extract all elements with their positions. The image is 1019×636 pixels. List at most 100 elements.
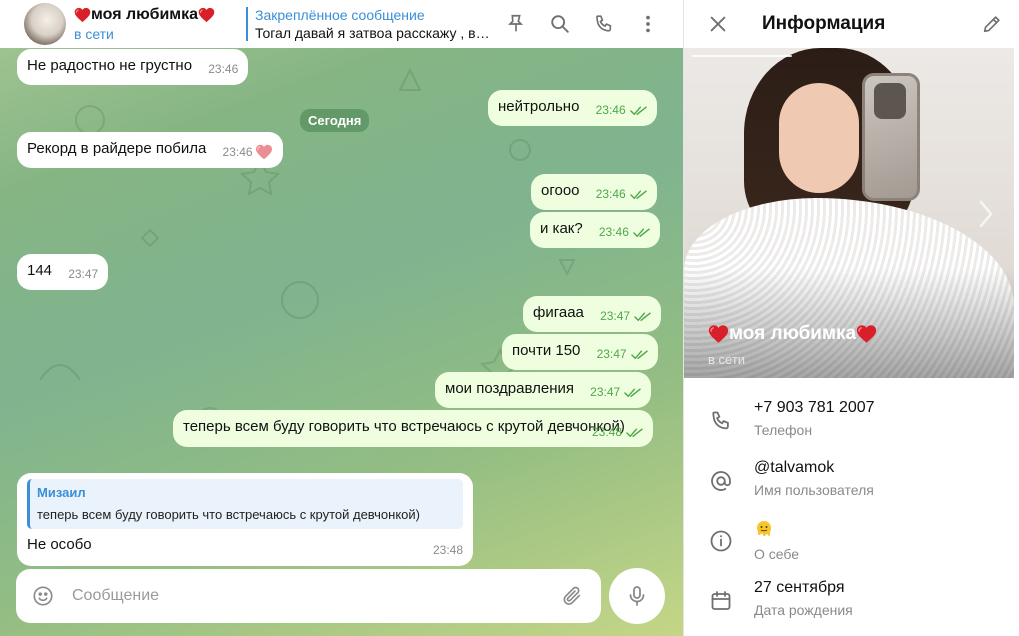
phone-icon	[712, 411, 729, 430]
message-time: 23:48	[591, 425, 622, 439]
more-icon	[646, 15, 650, 33]
message-time: 23:47	[596, 347, 627, 361]
message-meta: 23:48	[433, 540, 463, 560]
phone-icon	[596, 15, 612, 32]
pinned-message[interactable]: Закреплённое сообщение Тогал давай я зат…	[246, 7, 491, 41]
edit-icon	[983, 16, 1000, 33]
emoji-button[interactable]	[26, 579, 60, 613]
reply-quote[interactable]: Мизаил теперь всем буду говорить что вст…	[27, 479, 463, 529]
chevron-right-icon[interactable]	[976, 198, 996, 230]
info-header: Информация	[684, 0, 1019, 48]
heart-icon	[74, 7, 91, 23]
photo-progress-bar	[692, 55, 792, 57]
pinned-list-button[interactable]	[499, 7, 533, 41]
info-panel: Информация моя любимка в сети +7 903 781…	[683, 0, 1019, 636]
close-button[interactable]	[706, 12, 730, 36]
message-time: 23:46	[595, 103, 626, 117]
message-text: Не радостно не грустно	[27, 57, 193, 74]
message-time: 23:47	[68, 267, 99, 281]
message-incoming[interactable]: Не радостно не грустно 23:46	[17, 49, 249, 85]
message-time: 23:48	[432, 543, 463, 557]
pinned-text: Тогал давай я затвоа расскажу , в ...	[255, 25, 491, 41]
bio-label: О себе	[754, 546, 800, 562]
avatar[interactable]	[24, 3, 66, 45]
message-meta: 23:47	[600, 306, 651, 326]
message-time: 23:47	[600, 309, 631, 323]
message-outgoing[interactable]: мои поздравления 23:47	[435, 372, 652, 408]
double-check-icon	[624, 387, 641, 398]
pinned-title: Закреплённое сообщение	[255, 7, 425, 23]
double-check-icon	[634, 311, 651, 322]
chat-status: в сети	[74, 26, 114, 42]
chat-panel: моя любимка в сети Закреплённое сообщени…	[0, 0, 683, 636]
message-meta: 23:48	[592, 422, 643, 442]
melting-face-emoji-icon	[757, 521, 771, 537]
double-check-icon	[631, 349, 648, 360]
message-meta: 23:46	[599, 222, 650, 242]
date-divider: Сегодня	[300, 109, 370, 132]
message-time: 23:46	[595, 187, 626, 201]
message-text: огооо	[541, 182, 580, 199]
double-check-icon	[630, 105, 647, 116]
message-meta: 23:46	[596, 184, 647, 204]
message-outgoing[interactable]: огооо 23:46	[531, 174, 657, 210]
message-outgoing[interactable]: нейтрольно 23:46	[488, 90, 657, 126]
attach-button[interactable]	[555, 579, 589, 613]
info-row-birthday[interactable]: 27 сентября Дата рождения	[684, 575, 1014, 635]
photo-face	[779, 83, 859, 193]
calendar-icon	[711, 591, 731, 610]
more-button[interactable]	[631, 7, 665, 41]
message-text: мои поздравления	[445, 380, 574, 397]
message-incoming[interactable]: Рекорд в райдере побила 23:46	[17, 132, 283, 168]
edit-button[interactable]	[975, 7, 1009, 41]
username-label: Имя пользователя	[754, 482, 874, 498]
message-incoming-reply[interactable]: Мизаил теперь всем буду говорить что вст…	[17, 473, 473, 566]
heart-icon	[708, 324, 729, 344]
call-button[interactable]	[587, 7, 621, 41]
double-check-icon	[626, 427, 643, 438]
profile-photo[interactable]: моя любимка в сети	[684, 48, 1014, 378]
message-text: Рекорд в райдере побила	[27, 140, 207, 157]
message-text: почти 150	[512, 342, 581, 359]
message-outgoing[interactable]: почти 150 23:47	[502, 334, 658, 370]
voice-record-button[interactable]	[609, 568, 665, 624]
info-icon	[710, 530, 732, 552]
profile-name: моя любимка	[708, 323, 877, 345]
double-check-icon	[630, 189, 647, 200]
message-list[interactable]: Не радостно не грустно 23:46 нейтрольно …	[0, 48, 683, 566]
birthday-label: Дата рождения	[754, 602, 853, 618]
heart-icon[interactable]	[255, 144, 273, 160]
message-outgoing[interactable]: теперь всем буду говорить что встречаюсь…	[173, 410, 653, 447]
chat-title: моя любимка	[74, 6, 236, 24]
info-row-bio[interactable]: О себе	[684, 515, 1014, 575]
message-time: 23:47	[590, 385, 621, 399]
double-check-icon	[633, 227, 650, 238]
username-value: @talvamok	[754, 459, 835, 476]
message-input[interactable]	[72, 587, 542, 605]
message-outgoing[interactable]: фигааа 23:47	[523, 296, 662, 332]
message-meta: 23:46	[596, 100, 647, 120]
phone-value: +7 903 781 2007	[754, 399, 875, 416]
message-meta: 23:47	[68, 264, 98, 284]
message-outgoing[interactable]: и как? 23:46	[530, 212, 660, 248]
message-time: 23:46	[598, 225, 629, 239]
close-icon	[710, 16, 726, 32]
message-incoming[interactable]: 144 23:47	[17, 254, 109, 290]
reply-text: теперь всем буду говорить что встречаюсь…	[37, 507, 420, 522]
chat-title-block[interactable]: моя любимка в сети	[74, 6, 236, 42]
emoji-icon	[33, 586, 53, 606]
at-icon	[711, 471, 731, 491]
info-row-username[interactable]: @talvamok Имя пользователя	[684, 455, 1014, 515]
message-composer	[16, 569, 601, 623]
reply-author: Мизаил	[37, 485, 86, 500]
chat-title-text: моя любимка	[91, 6, 199, 23]
pin-icon	[508, 14, 524, 32]
search-button[interactable]	[543, 7, 577, 41]
birthday-value: 27 сентября	[754, 579, 845, 596]
bio-value	[754, 519, 799, 544]
info-row-phone[interactable]: +7 903 781 2007 Телефон	[684, 395, 1014, 455]
message-text: 144	[27, 262, 53, 279]
message-meta: 23:47	[597, 344, 648, 364]
message-text: нейтрольно	[498, 98, 580, 115]
heart-icon	[856, 324, 877, 344]
